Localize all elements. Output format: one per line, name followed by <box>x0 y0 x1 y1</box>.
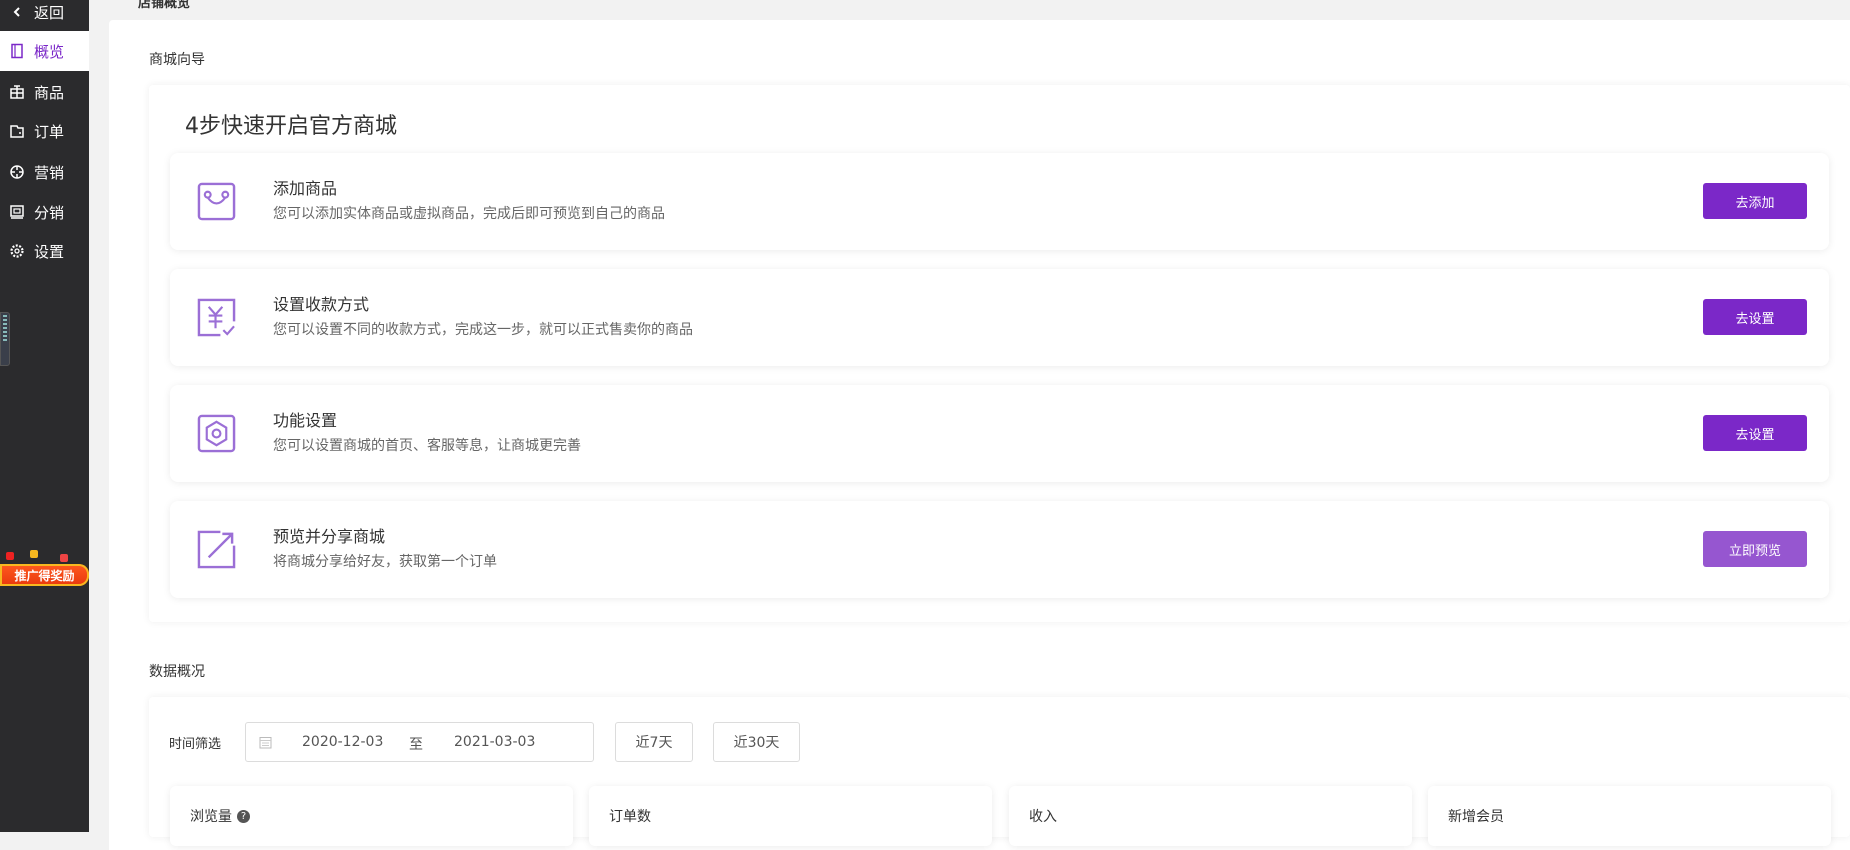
add-product-button[interactable]: 去添加 <box>1703 183 1807 219</box>
back-button[interactable]: 返回 <box>0 0 89 32</box>
step-desc: 您可以设置商城的首页、客服等息，让商城更完善 <box>273 438 581 454</box>
chevron-left-icon <box>13 7 20 17</box>
hexagon-nut-icon <box>197 414 236 453</box>
step-desc: 将商城分享给好友，获取第一个订单 <box>273 554 497 570</box>
preview-now-button[interactable]: 立即预览 <box>1703 531 1807 567</box>
set-payment-button[interactable]: 去设置 <box>1703 299 1807 335</box>
sidebar-item-products[interactable]: 商品 <box>0 72 89 112</box>
last-30-days-button[interactable]: 近30天 <box>713 722 800 762</box>
gift-icon <box>10 85 24 99</box>
step-title: 功能设置 <box>273 411 338 430</box>
step-title: 预览并分享商城 <box>273 527 386 546</box>
step-desc: 您可以设置不同的收款方式，完成这一步，就可以正式售卖你的商品 <box>273 322 693 338</box>
guide-title: 4步快速开启官方商城 <box>185 114 397 139</box>
feature-settings-button[interactable]: 去设置 <box>1703 415 1807 451</box>
step-features: 功能设置 您可以设置商城的首页、客服等息，让商城更完善 去设置 <box>170 385 1829 482</box>
book-icon <box>11 43 23 59</box>
breadcrumb: 店铺概览 <box>138 0 190 11</box>
data-section-title: 数据概况 <box>149 664 205 680</box>
back-label: 返回 <box>34 3 65 22</box>
share-box-icon <box>10 205 24 219</box>
sidebar-item-distribution[interactable]: 分销 <box>0 192 89 232</box>
sidebar-item-label: 分销 <box>34 203 65 222</box>
sidebar-item-label: 商品 <box>34 83 65 102</box>
shopping-bag-icon <box>197 182 236 221</box>
step-title: 设置收款方式 <box>273 295 370 314</box>
gear-icon <box>10 244 24 258</box>
promo-label: 推广得奖励 <box>0 564 89 586</box>
sidebar-item-settings[interactable]: 设置 <box>0 231 89 271</box>
wallet-icon <box>10 125 24 138</box>
start-date[interactable]: 2020-12-03 <box>302 734 383 750</box>
external-link-icon <box>197 530 236 569</box>
stat-card-income: 收入 <box>1009 786 1412 846</box>
stat-card-views: 浏览量? <box>170 786 573 846</box>
range-separator: 至 <box>409 737 423 753</box>
sidebar-item-label: 设置 <box>34 242 65 261</box>
time-filter-label: 时间筛选 <box>169 737 222 752</box>
help-icon[interactable]: ? <box>237 809 250 823</box>
promo-banner[interactable]: 推广得奖励 <box>0 548 89 598</box>
calendar-icon <box>259 737 272 749</box>
sidebar-item-label: 订单 <box>34 122 65 141</box>
target-icon <box>10 165 24 179</box>
sidebar-item-marketing[interactable]: 营销 <box>0 152 89 192</box>
stat-label: 新增会员 <box>1448 809 1504 825</box>
stat-card-new-members: 新增会员 <box>1428 786 1831 846</box>
step-title: 添加商品 <box>273 179 338 198</box>
stat-label: 收入 <box>1029 809 1057 825</box>
sidebar-item-label: 营销 <box>34 163 65 182</box>
end-date[interactable]: 2021-03-03 <box>454 734 535 750</box>
guide-section-title: 商城向导 <box>149 52 205 68</box>
step-add-product: 添加商品 您可以添加实体商品或虚拟商品，完成后即可预览到自己的商品 去添加 <box>170 153 1829 250</box>
breadcrumb-current: 店铺概览 <box>138 0 191 11</box>
step-payment: 设置收款方式 您可以设置不同的收款方式，完成这一步，就可以正式售卖你的商品 去设… <box>170 269 1829 366</box>
stat-label: 订单数 <box>609 809 651 825</box>
date-range-picker[interactable]: 2020-12-03 至 2021-03-03 <box>245 722 594 762</box>
yen-check-icon <box>197 298 236 337</box>
floating-widget-handle[interactable] <box>0 312 10 366</box>
sidebar: 返回 概览 商品 订单 营销 分销 设置 推广得奖励 <box>0 0 89 832</box>
step-preview-share: 预览并分享商城 将商城分享给好友，获取第一个订单 立即预览 <box>170 501 1829 598</box>
sidebar-item-label: 概览 <box>34 42 65 61</box>
stat-card-orders: 订单数 <box>589 786 992 846</box>
sidebar-item-overview[interactable]: 概览 <box>0 31 89 71</box>
sidebar-item-orders[interactable]: 订单 <box>0 111 89 151</box>
stat-label: 浏览量 <box>190 809 232 825</box>
step-desc: 您可以添加实体商品或虚拟商品，完成后即可预览到自己的商品 <box>273 206 665 222</box>
last-7-days-button[interactable]: 近7天 <box>615 722 693 762</box>
